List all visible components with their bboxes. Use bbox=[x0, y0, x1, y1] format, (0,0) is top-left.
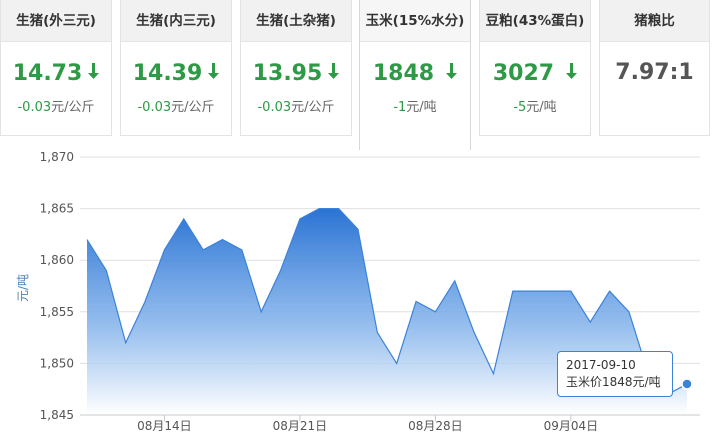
card-value: 14.39 bbox=[121, 60, 231, 86]
x-tick-label: 09月04日 bbox=[544, 419, 599, 433]
card-value: 1848 bbox=[360, 60, 470, 86]
card-title: 生猪(内三元) bbox=[121, 0, 231, 42]
y-tick-label: 1,850 bbox=[40, 356, 74, 370]
arrow-down-icon bbox=[88, 60, 100, 85]
arrow-down-icon bbox=[328, 60, 340, 85]
card-change: -0.03元/公斤 bbox=[137, 100, 215, 115]
card-title: 玉米(15%水分) bbox=[360, 0, 470, 42]
card-change: -5元/吨 bbox=[513, 100, 557, 115]
card-pig-grain-ratio[interactable]: 猪粮比 7.97:1 bbox=[599, 0, 710, 136]
arrow-down-icon bbox=[566, 60, 578, 85]
corn-price-chart: 1,845 1,850 1,855 1,860 1,865 1,870 08月14日 08月2… bbox=[0, 140, 712, 446]
card-title: 生猪(土杂猪) bbox=[241, 0, 351, 42]
card-soymeal[interactable]: 豆粕(43%蛋白) 3027 -5元/吨 bbox=[479, 0, 591, 136]
card-corn[interactable]: 玉米(15%水分) 1848 -1元/吨 bbox=[359, 0, 471, 150]
card-value: 7.97:1 bbox=[615, 60, 694, 85]
highlight-point bbox=[681, 378, 693, 390]
card-pig-local[interactable]: 生猪(土杂猪) 13.95 -0.03元/公斤 bbox=[240, 0, 352, 136]
card-title: 豆粕(43%蛋白) bbox=[480, 0, 590, 42]
y-tick-label: 1,845 bbox=[40, 408, 74, 422]
card-value: 13.95 bbox=[241, 60, 351, 86]
card-change: -0.03元/公斤 bbox=[17, 100, 95, 115]
y-tick-label: 1,860 bbox=[40, 253, 74, 267]
arrow-down-icon bbox=[208, 60, 220, 85]
y-axis-label: 元/吨 bbox=[16, 274, 30, 302]
x-tick-label: 08月14日 bbox=[137, 419, 192, 433]
arrow-down-icon bbox=[446, 60, 458, 85]
y-tick-label: 1,865 bbox=[40, 202, 74, 216]
x-tick-label: 08月21日 bbox=[273, 419, 328, 433]
tooltip-date: 2017-09-10 bbox=[566, 358, 636, 372]
card-value: 3027 bbox=[480, 60, 590, 86]
card-title: 生猪(外三元) bbox=[1, 0, 111, 42]
card-title: 猪粮比 bbox=[600, 0, 709, 42]
tooltip-text: 玉米价1848元/吨 bbox=[566, 375, 661, 389]
card-pig-outer[interactable]: 生猪(外三元) 14.73 -0.03元/公斤 bbox=[0, 0, 112, 136]
card-change: -0.03元/公斤 bbox=[257, 100, 335, 115]
y-tick-label: 1,855 bbox=[40, 305, 74, 319]
y-tick-label: 1,870 bbox=[40, 150, 74, 164]
chart-tooltip: 2017-09-10 玉米价1848元/吨 bbox=[557, 351, 673, 397]
card-value: 14.73 bbox=[1, 60, 111, 86]
x-tick-label: 08月28日 bbox=[408, 419, 463, 433]
card-change: -1元/吨 bbox=[393, 100, 437, 115]
chart-svg: 1,845 1,850 1,855 1,860 1,865 1,870 08月14日 08月2… bbox=[16, 150, 700, 433]
price-cards: 生猪(外三元) 14.73 -0.03元/公斤 生猪(内三元) 14.39 -0… bbox=[0, 0, 712, 150]
card-pig-inner[interactable]: 生猪(内三元) 14.39 -0.03元/公斤 bbox=[120, 0, 232, 136]
